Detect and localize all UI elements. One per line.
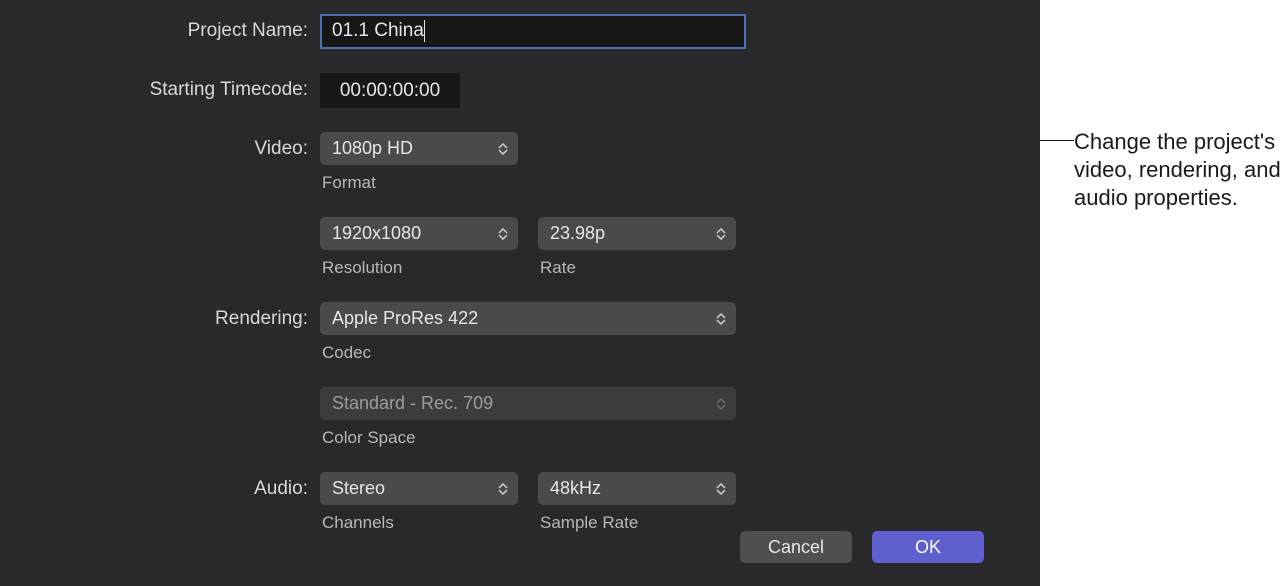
rate-popup[interactable]: 23.98p: [538, 217, 736, 250]
chevron-up-down-icon: [714, 313, 728, 325]
audio-label: Audio:: [0, 472, 320, 500]
chevron-up-down-icon: [496, 143, 510, 155]
color-space-sublabel: Color Space: [320, 428, 736, 448]
dialog-buttons: Cancel OK: [740, 531, 984, 563]
starting-timecode-value: 00:00:00:00: [340, 80, 440, 102]
video-format-value: 1080p HD: [332, 138, 413, 159]
chevron-up-down-icon: [714, 228, 728, 240]
codec-sublabel: Codec: [320, 343, 736, 363]
callout-leader-line: [1040, 140, 1074, 141]
video-format-sublabel: Format: [320, 173, 518, 193]
resolution-popup[interactable]: 1920x1080: [320, 217, 518, 250]
cancel-button[interactable]: Cancel: [740, 531, 852, 563]
starting-timecode-input[interactable]: 00:00:00:00: [320, 73, 460, 108]
sample-rate-value: 48kHz: [550, 478, 601, 499]
chevron-up-down-icon: [496, 483, 510, 495]
codec-value: Apple ProRes 422: [332, 308, 478, 329]
color-space-value: Standard - Rec. 709: [332, 393, 493, 414]
channels-value: Stereo: [332, 478, 385, 499]
video-format-popup[interactable]: 1080p HD: [320, 132, 518, 165]
cancel-button-label: Cancel: [768, 537, 824, 558]
sample-rate-sublabel: Sample Rate: [538, 513, 736, 533]
sample-rate-popup[interactable]: 48kHz: [538, 472, 736, 505]
rate-value: 23.98p: [550, 223, 605, 244]
color-space-popup[interactable]: Standard - Rec. 709: [320, 387, 736, 420]
video-label: Video:: [0, 132, 320, 160]
channels-popup[interactable]: Stereo: [320, 472, 518, 505]
chevron-up-down-icon: [496, 228, 510, 240]
project-name-label: Project Name:: [0, 14, 320, 42]
rate-sublabel: Rate: [538, 258, 736, 278]
resolution-value: 1920x1080: [332, 223, 421, 244]
ok-button-label: OK: [915, 537, 941, 558]
chevron-up-down-icon: [714, 398, 728, 410]
project-name-value: 01.1 China: [332, 20, 424, 41]
starting-timecode-label: Starting Timecode:: [0, 73, 320, 101]
chevron-up-down-icon: [714, 483, 728, 495]
ok-button[interactable]: OK: [872, 531, 984, 563]
callout-text: Change the project's video, rendering, a…: [1074, 128, 1284, 212]
rendering-label: Rendering:: [0, 302, 320, 330]
channels-sublabel: Channels: [320, 513, 518, 533]
project-name-input[interactable]: 01.1 China: [320, 14, 746, 49]
codec-popup[interactable]: Apple ProRes 422: [320, 302, 736, 335]
text-cursor: [424, 20, 425, 42]
resolution-sublabel: Resolution: [320, 258, 518, 278]
project-settings-panel: Project Name: 01.1 China Starting Timeco…: [0, 0, 1040, 586]
